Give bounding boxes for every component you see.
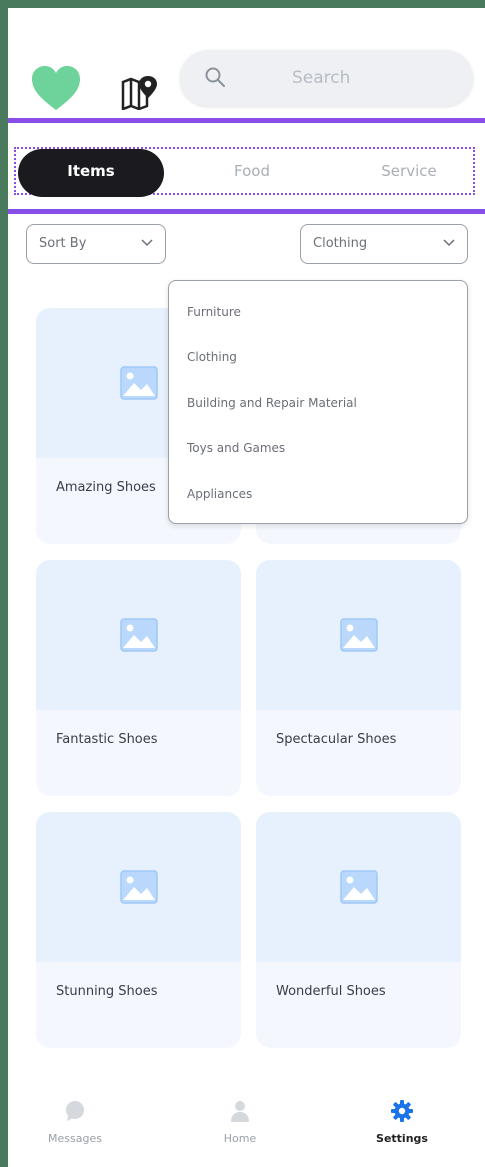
search-input[interactable]: Search (292, 68, 350, 88)
search-icon (205, 67, 225, 87)
product-card[interactable]: Fantastic Shoes (36, 560, 241, 796)
nav-settings[interactable]: Settings (352, 1100, 452, 1145)
app-screen: Search Items Food Service Sort By Clothi… (8, 8, 485, 1167)
image-placeholder-icon (120, 618, 158, 652)
category-selected-value: Clothing (313, 236, 368, 251)
product-name: Spectacular Shoes (276, 732, 397, 747)
image-placeholder-icon (340, 870, 378, 904)
product-card[interactable]: Stunning Shoes (36, 812, 241, 1048)
nav-messages-label: Messages (48, 1132, 102, 1145)
tab-food[interactable]: Food (192, 149, 312, 197)
product-name: Wonderful Shoes (276, 984, 386, 999)
menu-item-toys-games[interactable]: Toys and Games (187, 441, 285, 455)
image-placeholder-icon (340, 618, 378, 652)
nav-home[interactable]: Home (190, 1100, 290, 1145)
image-placeholder-icon (120, 366, 158, 400)
product-name: Fantastic Shoes (56, 732, 158, 747)
sort-by-label: Sort By (39, 236, 87, 251)
person-icon (231, 1101, 249, 1122)
menu-item-clothing[interactable]: Clothing (187, 350, 237, 364)
chat-bubble-icon (66, 1101, 84, 1121)
product-name: Amazing Shoes (56, 480, 156, 495)
nav-home-label: Home (223, 1132, 257, 1145)
tab-service[interactable]: Service (344, 149, 474, 197)
sort-by-dropdown[interactable]: Sort By (26, 224, 166, 264)
heart-logo-icon[interactable] (30, 64, 82, 112)
image-placeholder-icon (120, 870, 158, 904)
product-card[interactable]: Wonderful Shoes (256, 812, 461, 1048)
menu-item-building-repair[interactable]: Building and Repair Material (187, 396, 357, 410)
nav-settings-label: Settings (376, 1132, 428, 1145)
chevron-down-icon (141, 239, 153, 247)
chevron-down-icon (443, 239, 455, 247)
product-card[interactable]: Spectacular Shoes (256, 560, 461, 796)
search-bar[interactable]: Search (180, 50, 473, 106)
menu-item-furniture[interactable]: Furniture (187, 305, 241, 319)
category-tabs: Items Food Service (8, 118, 485, 214)
category-dropdown-menu: Furniture Clothing Building and Repair M… (168, 280, 468, 524)
tab-items[interactable]: Items (18, 149, 164, 197)
tab-bar: Items Food Service (14, 147, 475, 197)
map-pin-icon[interactable] (120, 74, 158, 110)
menu-item-appliances[interactable]: Appliances (187, 487, 252, 501)
category-dropdown[interactable]: Clothing (300, 224, 468, 264)
gear-icon (391, 1100, 413, 1122)
product-name: Stunning Shoes (56, 984, 158, 999)
nav-messages[interactable]: Messages (25, 1100, 125, 1145)
